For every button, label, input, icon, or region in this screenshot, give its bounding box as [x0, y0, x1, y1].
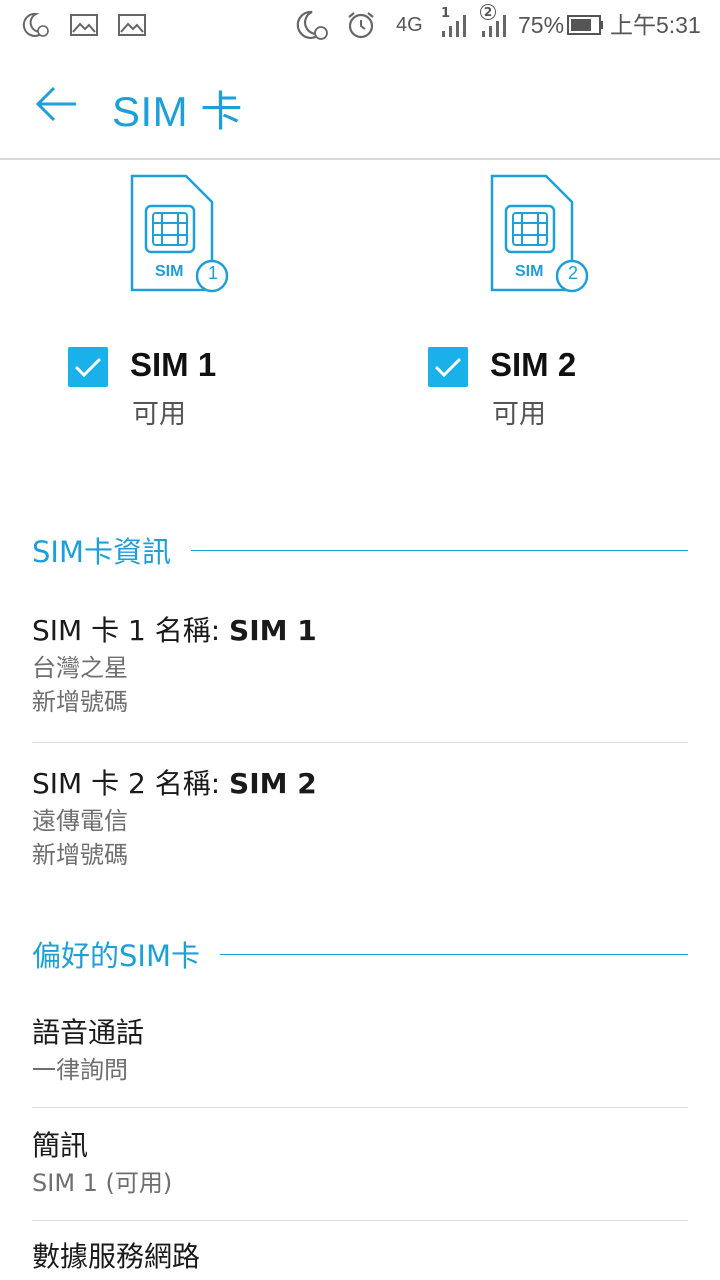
sim-1-name: SIM 1 — [130, 346, 217, 383]
list-divider — [32, 1220, 688, 1221]
image-icon — [70, 8, 98, 42]
sim-2-icon-label: SIM — [515, 263, 544, 280]
sim-1-carrier: 台灣之星 — [32, 654, 128, 682]
sim-2-name: SIM 2 — [490, 346, 577, 383]
sms-preference-item[interactable]: 簡訊 SIM 1 (可用) — [32, 1127, 688, 1201]
arrow-left-icon — [35, 86, 76, 122]
alarm-clock-icon — [346, 8, 376, 42]
sim-2-status: 可用 — [492, 399, 546, 430]
data-network-title: 數據服務網路 — [32, 1240, 201, 1273]
sim-1-checkbox[interactable] — [68, 347, 108, 387]
clock: 上午5:31 — [610, 12, 701, 38]
sim-2-info-title-value: SIM 2 — [229, 767, 317, 800]
sim-1-add-number: 新增號碼 — [32, 688, 128, 716]
sim-2-info-item[interactable]: SIM 卡 2 名稱: SIM 2 遠傳電信 新增號碼 — [32, 765, 688, 873]
signal-icon: 1 — [440, 6, 470, 42]
sms-title: 簡訊 — [32, 1129, 89, 1162]
sim-1-info-title-prefix: SIM 卡 1 名稱: — [32, 614, 230, 647]
sim-card-2-icon: SIM 2 — [488, 172, 598, 296]
sim-info-section-header: SIM卡資訊 — [32, 530, 688, 570]
sim-2-carrier: 遠傳電信 — [32, 807, 128, 835]
image-icon — [118, 8, 146, 42]
data-network-preference-item[interactable]: 數據服務網路 — [32, 1238, 688, 1276]
sim-2-add-number: 新增號碼 — [32, 841, 128, 869]
app-bar: SIM 卡 — [0, 50, 720, 160]
battery-icon — [567, 8, 605, 42]
list-divider — [32, 742, 688, 743]
back-button[interactable] — [28, 76, 84, 132]
voice-call-title: 語音通話 — [32, 1016, 145, 1049]
sim-card-1-icon: SIM 1 — [128, 172, 238, 296]
sim-2-info-title: SIM 卡 2 名稱: SIM 2 — [32, 765, 688, 803]
voice-call-preference-item[interactable]: 語音通話 一律詢問 — [32, 1014, 688, 1088]
sim-1-icon-label: SIM — [155, 263, 184, 280]
sim-1-info-item[interactable]: SIM 卡 1 名稱: SIM 1 台灣之星 新增號碼 — [32, 612, 688, 720]
network-type-label: 4G — [396, 14, 423, 36]
preferred-sim-section-header: 偏好的SIM卡 — [32, 934, 688, 974]
sim-2-info-title-prefix: SIM 卡 2 名稱: — [32, 767, 230, 800]
sim2-slot-label: 2 — [480, 4, 496, 20]
signal-icon: 2 — [480, 4, 510, 42]
sim-2-slot-number: 2 — [567, 263, 578, 283]
section-divider-line — [190, 549, 688, 551]
check-icon — [74, 357, 102, 378]
page-title: SIM 卡 — [112, 88, 243, 135]
sim-1-info-title: SIM 卡 1 名稱: SIM 1 — [32, 612, 688, 650]
section-divider-line — [219, 953, 688, 955]
sim-1-info-title-value: SIM 1 — [229, 614, 317, 647]
battery-percent: 75% — [518, 12, 565, 38]
check-icon — [434, 357, 462, 378]
sim-1-status: 可用 — [132, 399, 186, 430]
sms-value: SIM 1 (可用) — [32, 1169, 173, 1197]
sim-2-checkbox[interactable] — [428, 347, 468, 387]
voice-call-value: 一律詢問 — [32, 1056, 128, 1084]
sim-1-slot-number: 1 — [207, 263, 218, 283]
list-divider — [32, 1107, 688, 1108]
sim1-slot-label: 1 — [441, 6, 451, 21]
sim-info-section-title: SIM卡資訊 — [32, 535, 171, 569]
moon-alarm-icon — [296, 8, 330, 42]
preferred-sim-section-title: 偏好的SIM卡 — [32, 939, 200, 973]
status-bar: 4G 1 2 75% 上午5:31 — [0, 0, 720, 50]
moon-alarm-icon — [22, 8, 52, 42]
